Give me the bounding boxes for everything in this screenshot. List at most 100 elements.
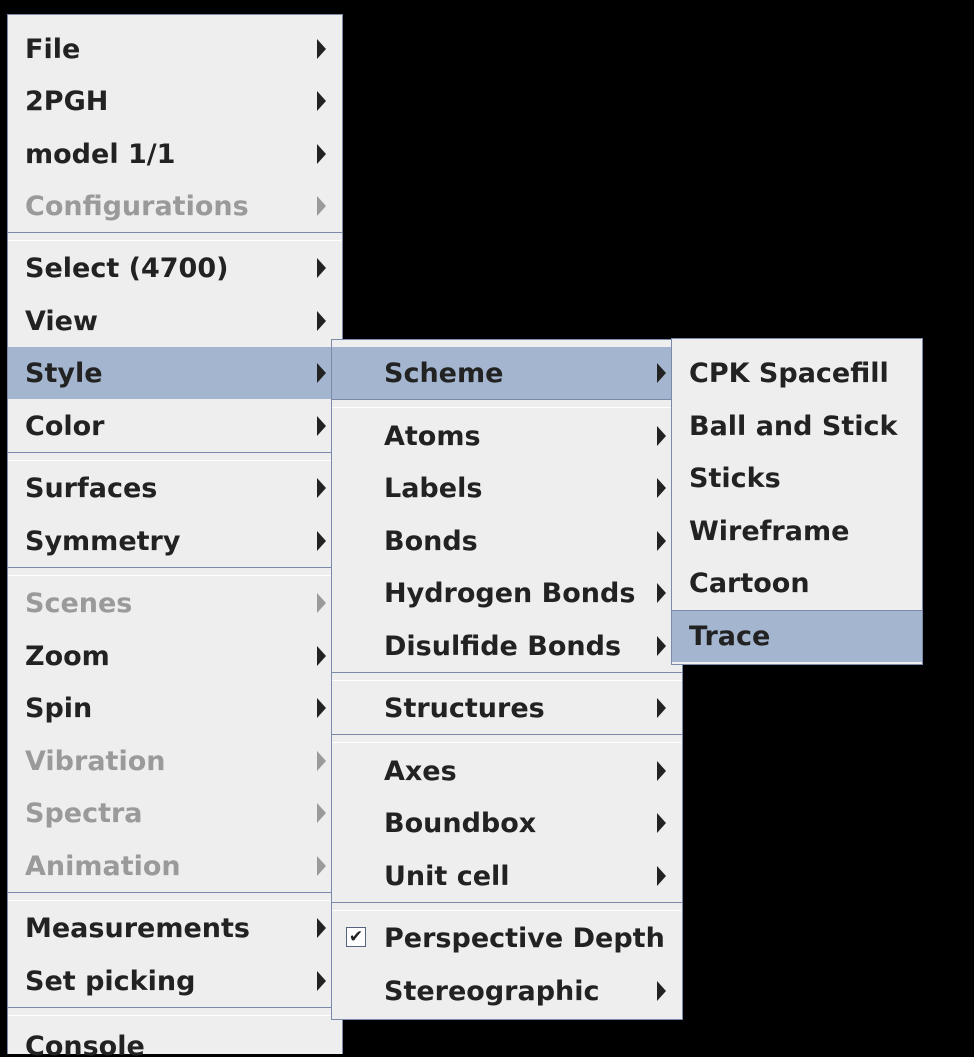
menu-item-label: Spin [25,692,93,724]
menu-item-label: Select (4700) [25,252,229,284]
menu-item-set-picking[interactable]: Set picking [8,955,342,1007]
menu-item-atoms[interactable]: Atoms [332,410,682,462]
menu-item-label: Symmetry [25,525,181,557]
menu-separator [8,232,342,241]
menu-item-measurements[interactable]: Measurements [8,902,342,954]
menu-item-view[interactable]: View [8,295,342,347]
menu-item-console[interactable]: Console [8,1017,342,1057]
submenu-arrow-icon [657,363,666,383]
submenu-arrow-icon [317,91,326,111]
menu-item-model[interactable]: model 1/1 [8,128,342,180]
menu-item-label: Sticks [689,462,781,494]
submenu-arrow-icon [317,646,326,666]
menu-item-surfaces[interactable]: Surfaces [8,462,342,514]
menu-item-ball-and-stick[interactable]: Ball and Stick [672,400,922,452]
menu-item-label: Configurations [25,190,249,222]
menu-item-axes[interactable]: Axes [332,745,682,797]
submenu-arrow-icon [657,531,666,551]
menu-item-label: Wireframe [689,515,850,547]
menu-item-label: Console [25,1031,145,1057]
menu-item-label: File [25,33,81,65]
menu-item-label: Boundbox [384,807,537,839]
menu-item-perspective-depth[interactable]: ✔ Perspective Depth [332,912,682,964]
menu-separator [8,452,342,461]
submenu-arrow-icon [317,971,326,991]
menu-item-hydrogen-bonds[interactable]: Hydrogen Bonds [332,567,682,619]
submenu-arrow-icon [317,856,326,876]
menu-item-label: Labels [384,472,483,504]
menu-item-sticks[interactable]: Sticks [672,452,922,504]
submenu-arrow-icon [657,981,666,1001]
menu-item-disulfide-bonds[interactable]: Disulfide Bonds [332,620,682,672]
submenu-arrow-icon [657,583,666,603]
menu-separator [332,902,682,911]
submenu-arrow-icon [317,751,326,771]
menu-item-select[interactable]: Select (4700) [8,242,342,294]
submenu-arrow-icon [317,531,326,551]
menu-item-label: Scenes [25,587,133,619]
submenu-arrow-icon [317,258,326,278]
menu-item-style[interactable]: Style [8,347,342,399]
submenu-arrow-icon [317,144,326,164]
menu-item-label: Surfaces [25,472,158,504]
menu-item-symmetry[interactable]: Symmetry [8,515,342,567]
menu-item-label: 2PGH [25,85,109,117]
menu-item-spectra: Spectra [8,787,342,839]
menu-item-unit-cell[interactable]: Unit cell [332,850,682,902]
main-popup-menu: File 2PGH model 1/1 Configurations Selec… [7,14,343,1057]
submenu-arrow-icon [657,761,666,781]
submenu-arrow-icon [657,866,666,886]
menu-item-label: Ball and Stick [689,410,898,442]
menu-item-color[interactable]: Color [8,400,342,452]
menu-item-label: Scheme [384,357,504,389]
menu-item-label: Perspective Depth [384,922,665,954]
submenu-arrow-icon [317,803,326,823]
menu-item-label: Set picking [25,965,196,997]
menu-item-label: Animation [25,850,181,882]
menu-separator [332,399,682,408]
submenu-arrow-icon [657,698,666,718]
menu-item-label: CPK Spacefill [689,357,889,389]
menu-item-label: Structures [384,692,545,724]
submenu-arrow-icon [657,636,666,656]
submenu-arrow-icon [317,416,326,436]
submenu-arrow-icon [657,426,666,446]
menu-item-label: View [25,305,98,337]
menu-item-labels[interactable]: Labels [332,462,682,514]
submenu-arrow-icon [317,478,326,498]
menu-item-label: Hydrogen Bonds [384,577,636,609]
menu-item-wireframe[interactable]: Wireframe [672,505,922,557]
submenu-arrow-icon [317,918,326,938]
menu-item-label: model 1/1 [25,138,176,170]
menu-item-scheme[interactable]: Scheme [332,347,682,399]
submenu-arrow-icon [317,39,326,59]
menu-item-file[interactable]: File [8,23,342,75]
submenu-arrow-icon [317,363,326,383]
menu-item-bonds[interactable]: Bonds [332,515,682,567]
menu-item-pdb[interactable]: 2PGH [8,75,342,127]
style-submenu: Scheme Atoms Labels Bonds Hydrogen Bonds… [331,339,683,1020]
menu-item-stereographic[interactable]: Stereographic [332,965,682,1017]
submenu-arrow-icon [657,813,666,833]
submenu-arrow-icon [317,698,326,718]
menu-item-label: Spectra [25,797,143,829]
scheme-submenu: CPK Spacefill Ball and Stick Sticks Wire… [671,338,923,665]
menu-item-cartoon[interactable]: Cartoon [672,557,922,609]
menu-item-label: Bonds [384,525,478,557]
submenu-arrow-icon [657,478,666,498]
menu-item-label: Measurements [25,912,250,944]
menu-item-trace[interactable]: Trace [672,610,922,662]
menu-item-boundbox[interactable]: Boundbox [332,797,682,849]
menu-item-cpk-spacefill[interactable]: CPK Spacefill [672,347,922,399]
menu-item-structures[interactable]: Structures [332,682,682,734]
menu-separator [332,672,682,681]
menu-item-zoom[interactable]: Zoom [8,630,342,682]
menu-item-configurations: Configurations [8,180,342,232]
menu-item-spin[interactable]: Spin [8,682,342,734]
menu-item-scenes: Scenes [8,577,342,629]
menu-item-vibration: Vibration [8,735,342,787]
checkbox-checked-icon[interactable]: ✔ [346,927,366,947]
menu-item-label: Disulfide Bonds [384,630,622,662]
menu-item-label: Color [25,410,105,442]
submenu-arrow-icon [317,593,326,613]
